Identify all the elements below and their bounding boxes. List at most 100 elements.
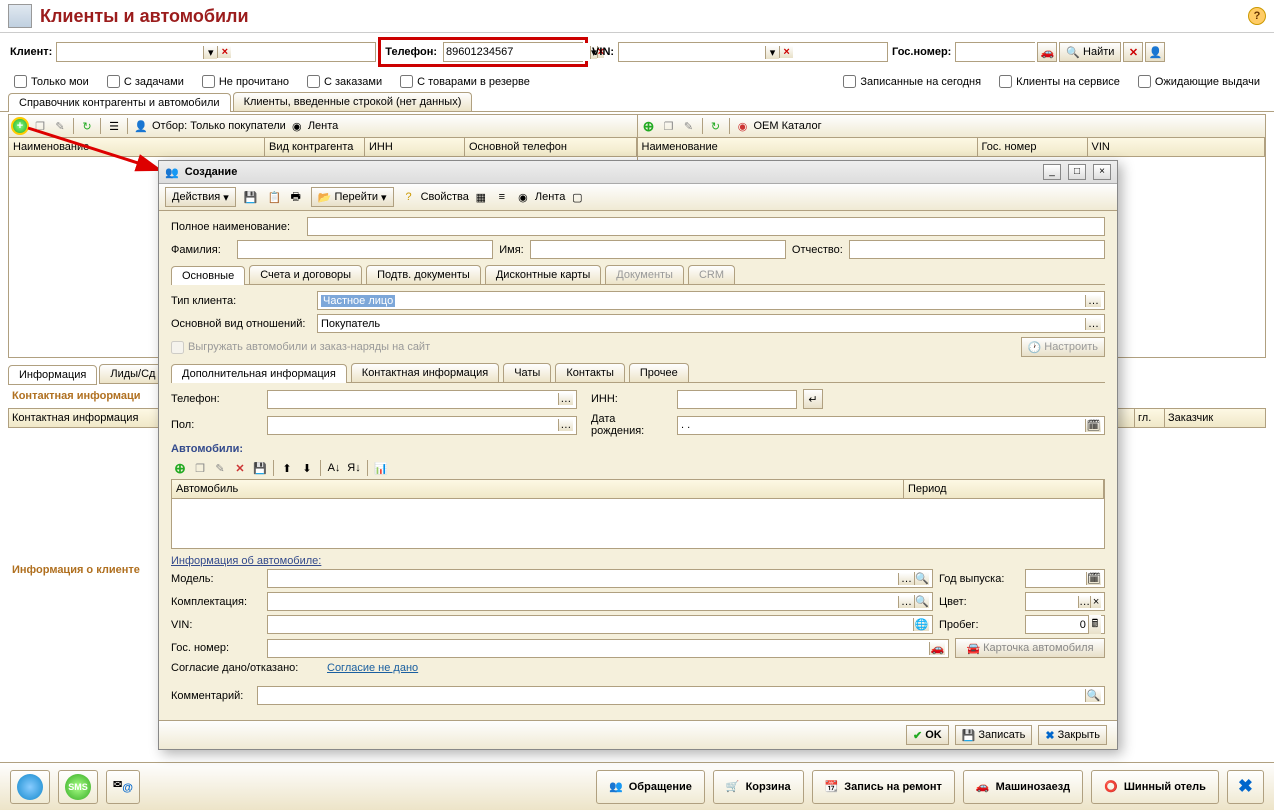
tab-contacts[interactable]: Контакты (555, 363, 625, 382)
relation-dots[interactable]: … (1085, 318, 1101, 330)
tab-documents[interactable]: Документы (605, 265, 684, 284)
car-card-button[interactable]: 🚘 Карточка автомобиля (955, 638, 1105, 658)
vin-clear-icon[interactable]: × (779, 46, 793, 58)
car-icon-button[interactable]: 🚗 (1037, 42, 1057, 62)
name-field[interactable] (530, 240, 786, 259)
surname-field[interactable] (237, 240, 493, 259)
service-checkbox[interactable]: Клиенты на сервисе (999, 75, 1120, 88)
client-clear-icon[interactable]: × (217, 46, 231, 58)
oem-icon[interactable]: ◉ (734, 117, 752, 135)
col-phone[interactable]: Основной телефон (465, 138, 637, 156)
consent-link[interactable]: Согласие не дано (327, 662, 418, 674)
cart-button[interactable]: 🛒Корзина (713, 770, 804, 804)
close-button[interactable]: ✖ Закрыть (1038, 725, 1107, 745)
unread-checkbox[interactable]: Не прочитано (202, 75, 289, 88)
refresh-icon[interactable]: ↻ (78, 117, 96, 135)
appeal-button[interactable]: 👥Обращение (596, 770, 705, 804)
tab-main[interactable]: Основные (171, 266, 245, 285)
tab-docs[interactable]: Подтв. документы (366, 265, 481, 284)
color-field[interactable]: …× (1025, 592, 1105, 611)
foot-sms-button[interactable]: SMS (58, 770, 98, 804)
car-add-icon[interactable]: ⊕ (171, 459, 189, 477)
foot-close-button[interactable]: ✖ (1227, 770, 1264, 804)
car-col-period[interactable]: Период (904, 480, 1104, 498)
save-button[interactable]: 💾 Записать (955, 725, 1033, 745)
vin-globe-icon[interactable]: 🌐 (913, 618, 929, 631)
tool-print-icon[interactable]: 🖶 (287, 188, 305, 206)
phone-combo[interactable]: ▾ × (443, 42, 583, 62)
tab-contact[interactable]: Контактная информация (351, 363, 499, 382)
car-delete-icon[interactable]: ✕ (231, 459, 249, 477)
client-dropdown-icon[interactable]: ▾ (203, 46, 217, 59)
tool-save-icon[interactable]: 💾 (242, 188, 260, 206)
actions-menu[interactable]: Действия ▾ (165, 187, 236, 207)
gender-field[interactable]: … (267, 416, 577, 435)
cars-grid[interactable]: Автомобиль Период (171, 479, 1105, 549)
model-search[interactable]: 🔍 (914, 572, 929, 585)
today-checkbox[interactable]: Записанные на сегодня (843, 75, 981, 88)
foot-mail-button[interactable]: ✉@ (106, 770, 140, 804)
car-up-icon[interactable]: ⬆ (278, 459, 296, 477)
tab-accounts[interactable]: Счета и договоры (249, 265, 362, 284)
minimize-button[interactable]: _ (1043, 164, 1061, 180)
comment-field[interactable]: 🔍 (257, 686, 1105, 705)
vin-dropdown-icon[interactable]: ▾ (765, 46, 779, 59)
tab-crm[interactable]: CRM (688, 265, 735, 284)
tool-list-icon[interactable]: ≡ (493, 188, 511, 206)
tool-ref-icon[interactable]: 📋 (266, 188, 284, 206)
car-col-auto[interactable]: Автомобиль (172, 480, 904, 498)
client-type-field[interactable]: Частное лицо… (317, 291, 1105, 310)
model-field[interactable]: …🔍 (267, 569, 933, 588)
modal-inn-field[interactable] (677, 390, 797, 409)
comment-search[interactable]: 🔍 (1085, 689, 1101, 702)
copy-car-icon[interactable]: ❐ (660, 117, 678, 135)
col-inn[interactable]: ИНН (365, 138, 465, 156)
year-field[interactable]: 🗓 (1025, 569, 1105, 588)
with-orders-checkbox[interactable]: С заказами (307, 75, 382, 88)
tirehotel-button[interactable]: ⭕Шинный отель (1091, 770, 1219, 804)
filter-user-icon[interactable]: 👤 (132, 117, 150, 135)
drivein-button[interactable]: 🚗Машинозаезд (963, 770, 1083, 804)
car-chart-icon[interactable]: 📊 (372, 459, 390, 477)
reserve-checkbox[interactable]: С товарами в резерве (400, 75, 530, 88)
mileage-field[interactable]: 🖩 (1025, 615, 1105, 634)
patronymic-field[interactable] (849, 240, 1105, 259)
tab-other[interactable]: Прочее (629, 363, 689, 382)
modal-phone-field[interactable]: … (267, 390, 577, 409)
col-name[interactable]: Наименование (9, 138, 265, 156)
car-down-icon[interactable]: ⬇ (298, 459, 316, 477)
with-tasks-checkbox[interactable]: С задачами (107, 75, 184, 88)
car-edit-icon[interactable]: ✎ (211, 459, 229, 477)
tab-leads[interactable]: Лиды/Сд (99, 364, 166, 384)
tool-grid-icon[interactable]: ▦ (472, 188, 490, 206)
year-cal[interactable]: 🗓 (1086, 572, 1101, 585)
copy-icon[interactable]: ❐ (31, 117, 49, 135)
vin-modal-field[interactable]: 🌐 (267, 615, 933, 634)
vin-input[interactable] (619, 43, 765, 61)
phone-dots[interactable]: … (558, 393, 573, 405)
complect-dots[interactable]: … (898, 596, 913, 608)
color-dots[interactable]: … (1078, 596, 1090, 608)
help-icon[interactable]: ? (1248, 7, 1266, 25)
client-input[interactable] (57, 43, 203, 61)
inn-lookup-button[interactable]: ↵ (803, 389, 823, 409)
hierarchy-icon[interactable]: ☰ (105, 117, 123, 135)
mileage-calc[interactable]: 🖩 (1088, 615, 1101, 634)
col-type[interactable]: Вид контрагента (265, 138, 365, 156)
tab-clients-string[interactable]: Клиенты, введенные строкой (нет данных) (233, 92, 473, 111)
phone-input[interactable] (444, 43, 590, 61)
add-client-button[interactable]: + (11, 117, 29, 135)
calendar-icon[interactable]: 🗓 (1085, 419, 1101, 432)
only-mine-checkbox[interactable]: Только мои (14, 75, 89, 88)
gosnomer-car-icon[interactable]: 🚗 (929, 642, 945, 655)
tool-lenta-icon[interactable]: ◉ (514, 188, 532, 206)
col-gos[interactable]: Гос. номер (978, 138, 1088, 156)
tab-information[interactable]: Информация (8, 365, 97, 385)
col-car-name[interactable]: Наименование (638, 138, 978, 156)
tab-chats[interactable]: Чаты (503, 363, 551, 382)
close-window-button[interactable]: × (1093, 164, 1111, 180)
repair-button[interactable]: 📆Запись на ремонт (812, 770, 955, 804)
maximize-button[interactable]: □ (1068, 164, 1086, 180)
gender-dots[interactable]: … (558, 419, 573, 431)
color-clear[interactable]: × (1090, 596, 1101, 608)
